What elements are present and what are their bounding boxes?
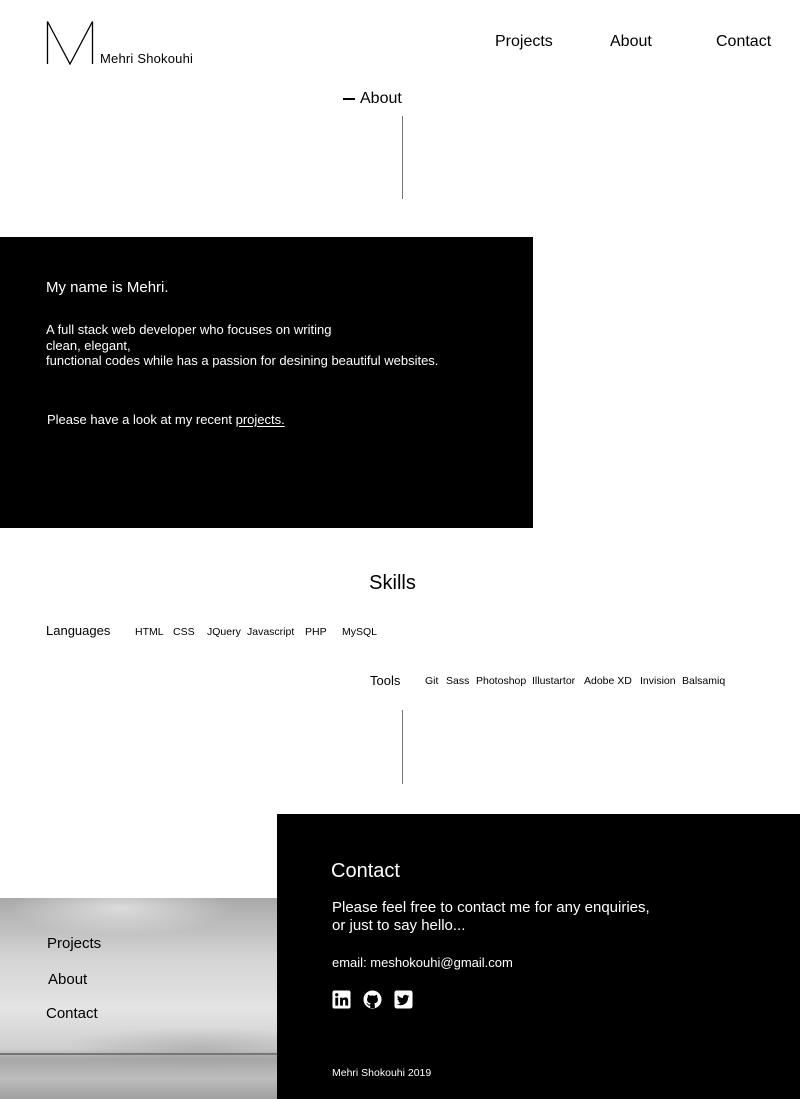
projects-cta: Please have a look at my recent projects… [47,412,285,427]
nav-about[interactable]: About [610,33,652,51]
tool-chip: Adobe XD [584,675,632,687]
tool-chip: Invision [640,675,676,687]
contact-title: Contact [331,860,400,882]
skill-chip: Javascript [247,626,295,638]
about-heading: About [343,90,402,108]
message-line: or just to say hello... [332,917,466,934]
divider-line [402,710,403,784]
contact-message: Please feel free to contact me for any e… [332,899,650,935]
greeting: My name is Mehri. [46,279,169,296]
about-heading-label: About [360,90,402,107]
footer-nav-about[interactable]: About [48,971,87,988]
bio-line: functional codes while has a passion for… [46,353,439,368]
projects-link[interactable]: projects. [236,412,285,427]
tool-chip: Git [425,675,439,687]
tools-label: Tools [370,673,401,688]
footer-landscape-photo: Projects About Contact [0,898,277,1099]
github-icon[interactable] [363,990,382,1009]
skill-chip: JQuery [207,626,241,638]
tool-chip: Balsamiq [682,675,726,687]
copyright: Mehri Shokouhi 2019 [332,1067,432,1079]
message-line: Please feel free to contact me for any e… [332,899,650,916]
languages-label: Languages [46,623,111,638]
logo-m-mark [46,21,94,65]
horizon-line [0,1053,277,1055]
social-links [332,990,413,1009]
footer-nav-contact[interactable]: Contact [46,1005,98,1022]
bio-line: clean, elegant, [46,337,131,353]
site-name: Mehri Shokouhi [100,51,194,66]
tool-chip: Photoshop [476,675,527,687]
skill-chip: CSS [173,626,195,638]
skills-title: Skills [369,572,416,594]
contact-email[interactable]: email: meshokouhi@gmail.com [332,955,513,970]
cta-text: Please have a look at my recent [47,412,236,427]
bio-line: A full stack web developer who focuses o… [46,322,332,337]
tool-chip: Sass [446,675,470,687]
contact-panel: Contact Please feel free to contact me f… [277,814,800,1099]
skill-chip: PHP [305,626,327,638]
tool-chip: Illustartor [532,675,576,687]
skill-chip: MySQL [342,626,378,638]
bio: A full stack web developer who focuses o… [46,322,438,369]
heading-dash [343,98,355,100]
linkedin-icon[interactable] [332,990,351,1009]
intro-panel: My name is Mehri. A full stack web devel… [0,237,533,528]
nav-contact[interactable]: Contact [716,33,771,51]
twitter-icon[interactable] [394,990,413,1009]
skill-chip: HTML [135,626,164,638]
footer-nav-projects[interactable]: Projects [47,935,101,952]
nav-projects[interactable]: Projects [495,33,553,51]
divider-line [402,116,403,199]
